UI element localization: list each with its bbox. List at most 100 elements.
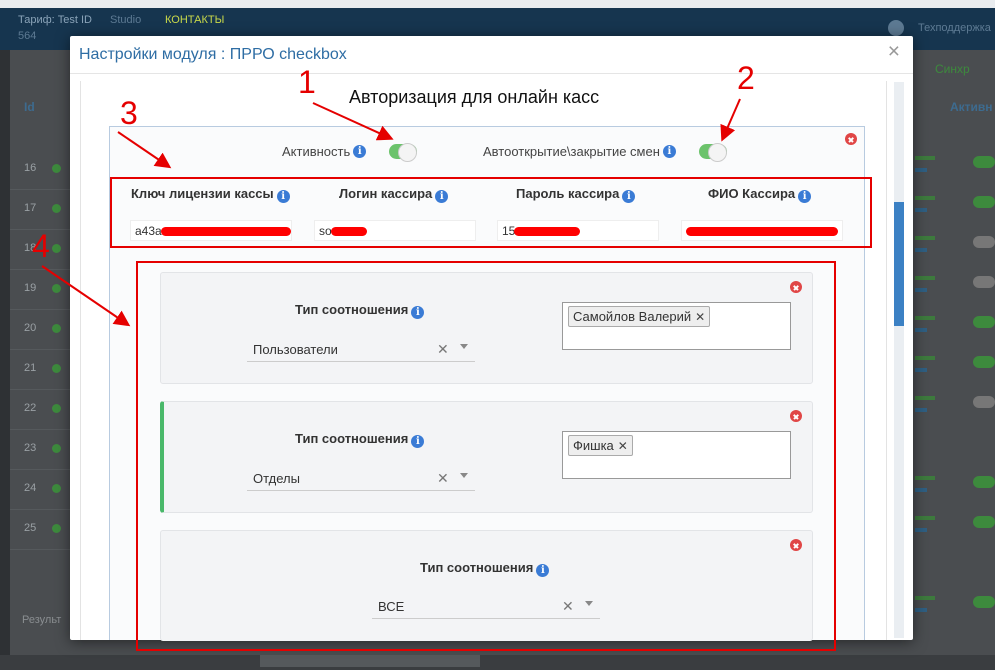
info-icon[interactable]: i — [662, 145, 676, 158]
status-text — [915, 276, 935, 280]
column-header-id: Id — [24, 100, 35, 114]
active-label: Активность — [282, 144, 351, 159]
info-icon[interactable]: i — [353, 145, 367, 158]
row-toggle[interactable] — [973, 316, 995, 328]
status-dot — [52, 204, 61, 213]
status-text — [915, 396, 935, 400]
active-toggle-row: Активность i — [282, 143, 418, 162]
table-row-right — [915, 590, 995, 630]
row-id: 16 — [24, 162, 37, 174]
remove-panel-icon[interactable] — [845, 133, 857, 145]
status-link — [915, 528, 927, 532]
table-row-right — [915, 150, 995, 190]
table-row-right — [915, 230, 995, 270]
row-id: 22 — [24, 402, 37, 414]
status-link — [915, 408, 927, 412]
modal-divider — [70, 73, 913, 74]
status-link — [915, 208, 927, 212]
header-tab-contacts[interactable]: КОНТАКТЫ — [165, 14, 224, 26]
table-row-right — [915, 390, 995, 430]
table-row[interactable]: 20 — [10, 310, 70, 350]
row-toggle[interactable] — [973, 396, 995, 408]
support-icon[interactable] — [888, 20, 904, 36]
results-label: Результ — [22, 614, 62, 626]
close-icon[interactable]: × — [888, 40, 900, 64]
row-id: 23 — [24, 442, 37, 454]
annotation-number-3: 3 — [120, 95, 138, 131]
row-toggle[interactable] — [973, 356, 995, 368]
table-row[interactable]: 19 — [10, 270, 70, 310]
status-dot — [52, 284, 61, 293]
status-link — [915, 288, 927, 292]
browser-top-bar — [0, 0, 995, 8]
status-dot — [52, 404, 61, 413]
status-text — [915, 156, 935, 160]
app-footer — [0, 655, 995, 670]
table-row[interactable]: 25 — [10, 510, 70, 550]
row-toggle[interactable] — [973, 276, 995, 288]
table-row-right — [915, 270, 995, 310]
status-text — [915, 316, 935, 320]
active-toggle[interactable] — [389, 143, 418, 162]
annotation-number-2: 2 — [737, 60, 755, 96]
support-link[interactable]: Техподдержка — [918, 22, 991, 34]
annotation-number-4: 4 — [32, 228, 50, 264]
column-header-active: Активн — [950, 100, 993, 114]
row-id: 19 — [24, 282, 37, 294]
status-text — [915, 236, 935, 240]
status-dot — [52, 524, 61, 533]
table-row-right — [915, 190, 995, 230]
row-toggle[interactable] — [973, 236, 995, 248]
auto-shift-toggle-row: Автооткрытие\закрытие смен i — [483, 143, 727, 162]
row-id: 25 — [24, 522, 37, 534]
row-id: 20 — [24, 322, 37, 334]
table-row[interactable]: 23 — [10, 430, 70, 470]
sync-button[interactable]: Синхр — [935, 62, 970, 76]
app-sidebar — [0, 50, 10, 670]
status-link — [915, 488, 927, 492]
row-toggle[interactable] — [973, 596, 995, 608]
header-tab-studio[interactable]: Studio — [110, 14, 141, 26]
status-link — [915, 328, 927, 332]
status-text — [915, 596, 935, 600]
status-link — [915, 168, 927, 172]
table-row[interactable]: 16 — [10, 150, 70, 190]
status-text — [915, 516, 935, 520]
modal-scrollbar[interactable] — [894, 82, 904, 638]
row-toggle[interactable] — [973, 476, 995, 488]
annotation-number-1: 1 — [298, 64, 316, 100]
row-toggle[interactable] — [973, 516, 995, 528]
header-sub-label: 564 — [18, 30, 37, 42]
status-text — [915, 476, 935, 480]
modal-title: Настройки модуля : ПРРО checkbox — [79, 46, 347, 63]
status-dot — [52, 444, 61, 453]
status-dot — [52, 324, 61, 333]
table-row-right — [915, 310, 995, 350]
annotation-box-credentials — [110, 177, 872, 248]
status-link — [915, 608, 927, 612]
tariff-label: Тариф: Test ID — [18, 14, 92, 26]
table-row-right — [915, 350, 995, 390]
table-row[interactable]: 22 — [10, 390, 70, 430]
section-title: Авторизация для онлайн касс — [349, 87, 600, 107]
status-link — [915, 368, 927, 372]
status-text — [915, 196, 935, 200]
status-dot — [52, 364, 61, 373]
auto-shift-label: Автооткрытие\закрытие смен — [483, 144, 660, 159]
row-toggle[interactable] — [973, 156, 995, 168]
row-toggle[interactable] — [973, 196, 995, 208]
table-row[interactable]: 17 — [10, 190, 70, 230]
annotation-box-relations — [136, 261, 836, 651]
table-row-right — [915, 510, 995, 550]
table-row[interactable]: 21 — [10, 350, 70, 390]
status-text — [915, 356, 935, 360]
status-dot — [52, 484, 61, 493]
table-row[interactable]: 24 — [10, 470, 70, 510]
status-link — [915, 248, 927, 252]
status-dot — [52, 244, 61, 253]
status-dot — [52, 164, 61, 173]
auto-shift-toggle[interactable] — [698, 143, 727, 162]
row-id: 21 — [24, 362, 37, 374]
scroll-thumb[interactable] — [894, 202, 904, 326]
row-id: 17 — [24, 202, 37, 214]
